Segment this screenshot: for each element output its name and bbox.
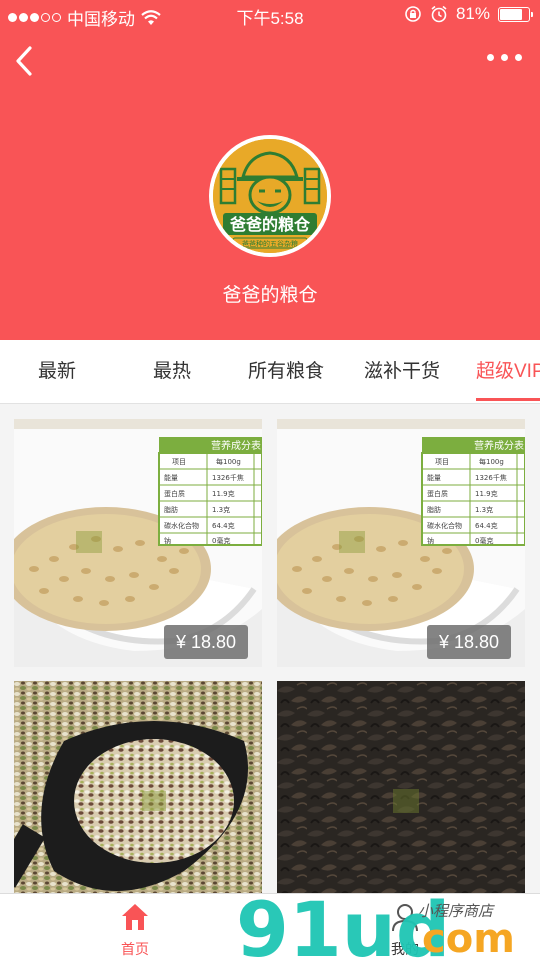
logo-title-text: 爸爸的粮仓 xyxy=(229,215,311,234)
product-card[interactable]: 营养成分表 项目 每100g 能量 1326千焦 蛋白质 11.9克 脂肪 1. xyxy=(277,419,525,667)
tab-super-vip[interactable]: 超级VIP xyxy=(476,340,540,403)
nutrition-cell: 碳水化合物 xyxy=(164,521,199,530)
alarm-icon xyxy=(431,5,447,23)
status-bar: 中国移动 下午5:58 81% xyxy=(0,0,540,30)
nutrition-cell: 1.3克 xyxy=(475,506,493,514)
user-icon xyxy=(392,904,418,932)
shop-logo: 爸爸的粮仓 爸爸种的五谷杂粮 xyxy=(209,135,331,257)
shop-name: 爸爸的粮仓 xyxy=(222,285,318,306)
nutrition-table-title: 营养成分表 xyxy=(211,439,261,452)
tab-newest[interactable]: 最新 xyxy=(38,340,76,403)
product-price: ¥ 18.80 xyxy=(426,625,511,659)
tabbar-mine[interactable]: 我的 xyxy=(345,894,465,960)
nutrition-header-value: 每100g xyxy=(479,457,504,466)
shop-header: 爸爸的粮仓 爸爸种的五谷杂粮 爸爸的粮仓 xyxy=(0,30,540,340)
product-grid: 营养成分表 项目 每100g 能量 1326千焦 蛋白质 11.9克 脂肪 1. xyxy=(0,405,540,893)
tab-hottest[interactable]: 最热 xyxy=(153,340,191,403)
nutrition-cell: 11.9克 xyxy=(212,490,235,498)
tabbar-home[interactable]: 首页 xyxy=(75,894,195,960)
nutrition-cell: 钠 xyxy=(164,536,171,545)
tabbar-home-label: 首页 xyxy=(121,941,149,957)
product-price: ¥ 18.80 xyxy=(163,625,248,659)
rotation-lock-icon xyxy=(405,6,421,22)
nutrition-table-title: 营养成分表 xyxy=(474,439,524,452)
nutrition-header-item: 项目 xyxy=(172,458,186,466)
tab-tonic-dried[interactable]: 滋补干货 xyxy=(364,340,440,403)
nutrition-cell: 能量 xyxy=(164,473,178,482)
product-card[interactable] xyxy=(277,681,525,893)
nutrition-cell: 1326千焦 xyxy=(475,473,507,482)
nutrition-cell: 64.4克 xyxy=(475,522,498,530)
nutrition-cell: 碳水化合物 xyxy=(427,521,462,530)
nutrition-cell: 11.9克 xyxy=(475,490,498,498)
nutrition-header-value: 每100g xyxy=(216,457,241,466)
nutrition-cell: 钠 xyxy=(427,536,434,545)
status-right: 81% xyxy=(404,4,533,24)
battery-percent: 81% xyxy=(455,4,490,23)
nutrition-cell: 脂肪 xyxy=(427,505,441,514)
bottom-tabbar: 首页 我的 xyxy=(0,893,540,960)
farmer-illustration: 爸爸的粮仓 爸爸种的五谷杂粮 xyxy=(213,139,327,253)
battery-icon xyxy=(498,6,533,22)
nutrition-cell: 1.3克 xyxy=(212,506,230,514)
product-card[interactable]: 营养成分表 项目 每100g 能量 1326千焦 蛋白质 11.9克 脂肪 1. xyxy=(14,419,262,667)
product-card[interactable] xyxy=(14,681,262,893)
more-icon[interactable] xyxy=(487,54,522,61)
home-icon xyxy=(122,904,148,930)
category-tabs: 最新 最热 所有粮食 滋补干货 超级VIP xyxy=(0,340,540,404)
back-icon[interactable] xyxy=(12,44,38,78)
nutrition-cell: 0毫克 xyxy=(475,536,493,545)
nutrition-cell: 0毫克 xyxy=(212,536,230,545)
logo-subtitle-text: 爸爸种的五谷杂粮 xyxy=(242,239,298,248)
nutrition-cell: 蛋白质 xyxy=(164,489,185,498)
nutrition-cell: 脂肪 xyxy=(164,505,178,514)
nutrition-cell: 蛋白质 xyxy=(427,489,448,498)
tabbar-mine-label: 我的 xyxy=(391,941,419,957)
product-image xyxy=(14,681,262,893)
nutrition-cell: 64.4克 xyxy=(212,522,235,530)
tab-all-grains[interactable]: 所有粮食 xyxy=(248,340,324,403)
nutrition-cell: 1326千焦 xyxy=(212,473,244,482)
nutrition-cell: 能量 xyxy=(427,473,441,482)
product-image xyxy=(277,681,525,893)
nutrition-header-item: 项目 xyxy=(435,458,449,466)
